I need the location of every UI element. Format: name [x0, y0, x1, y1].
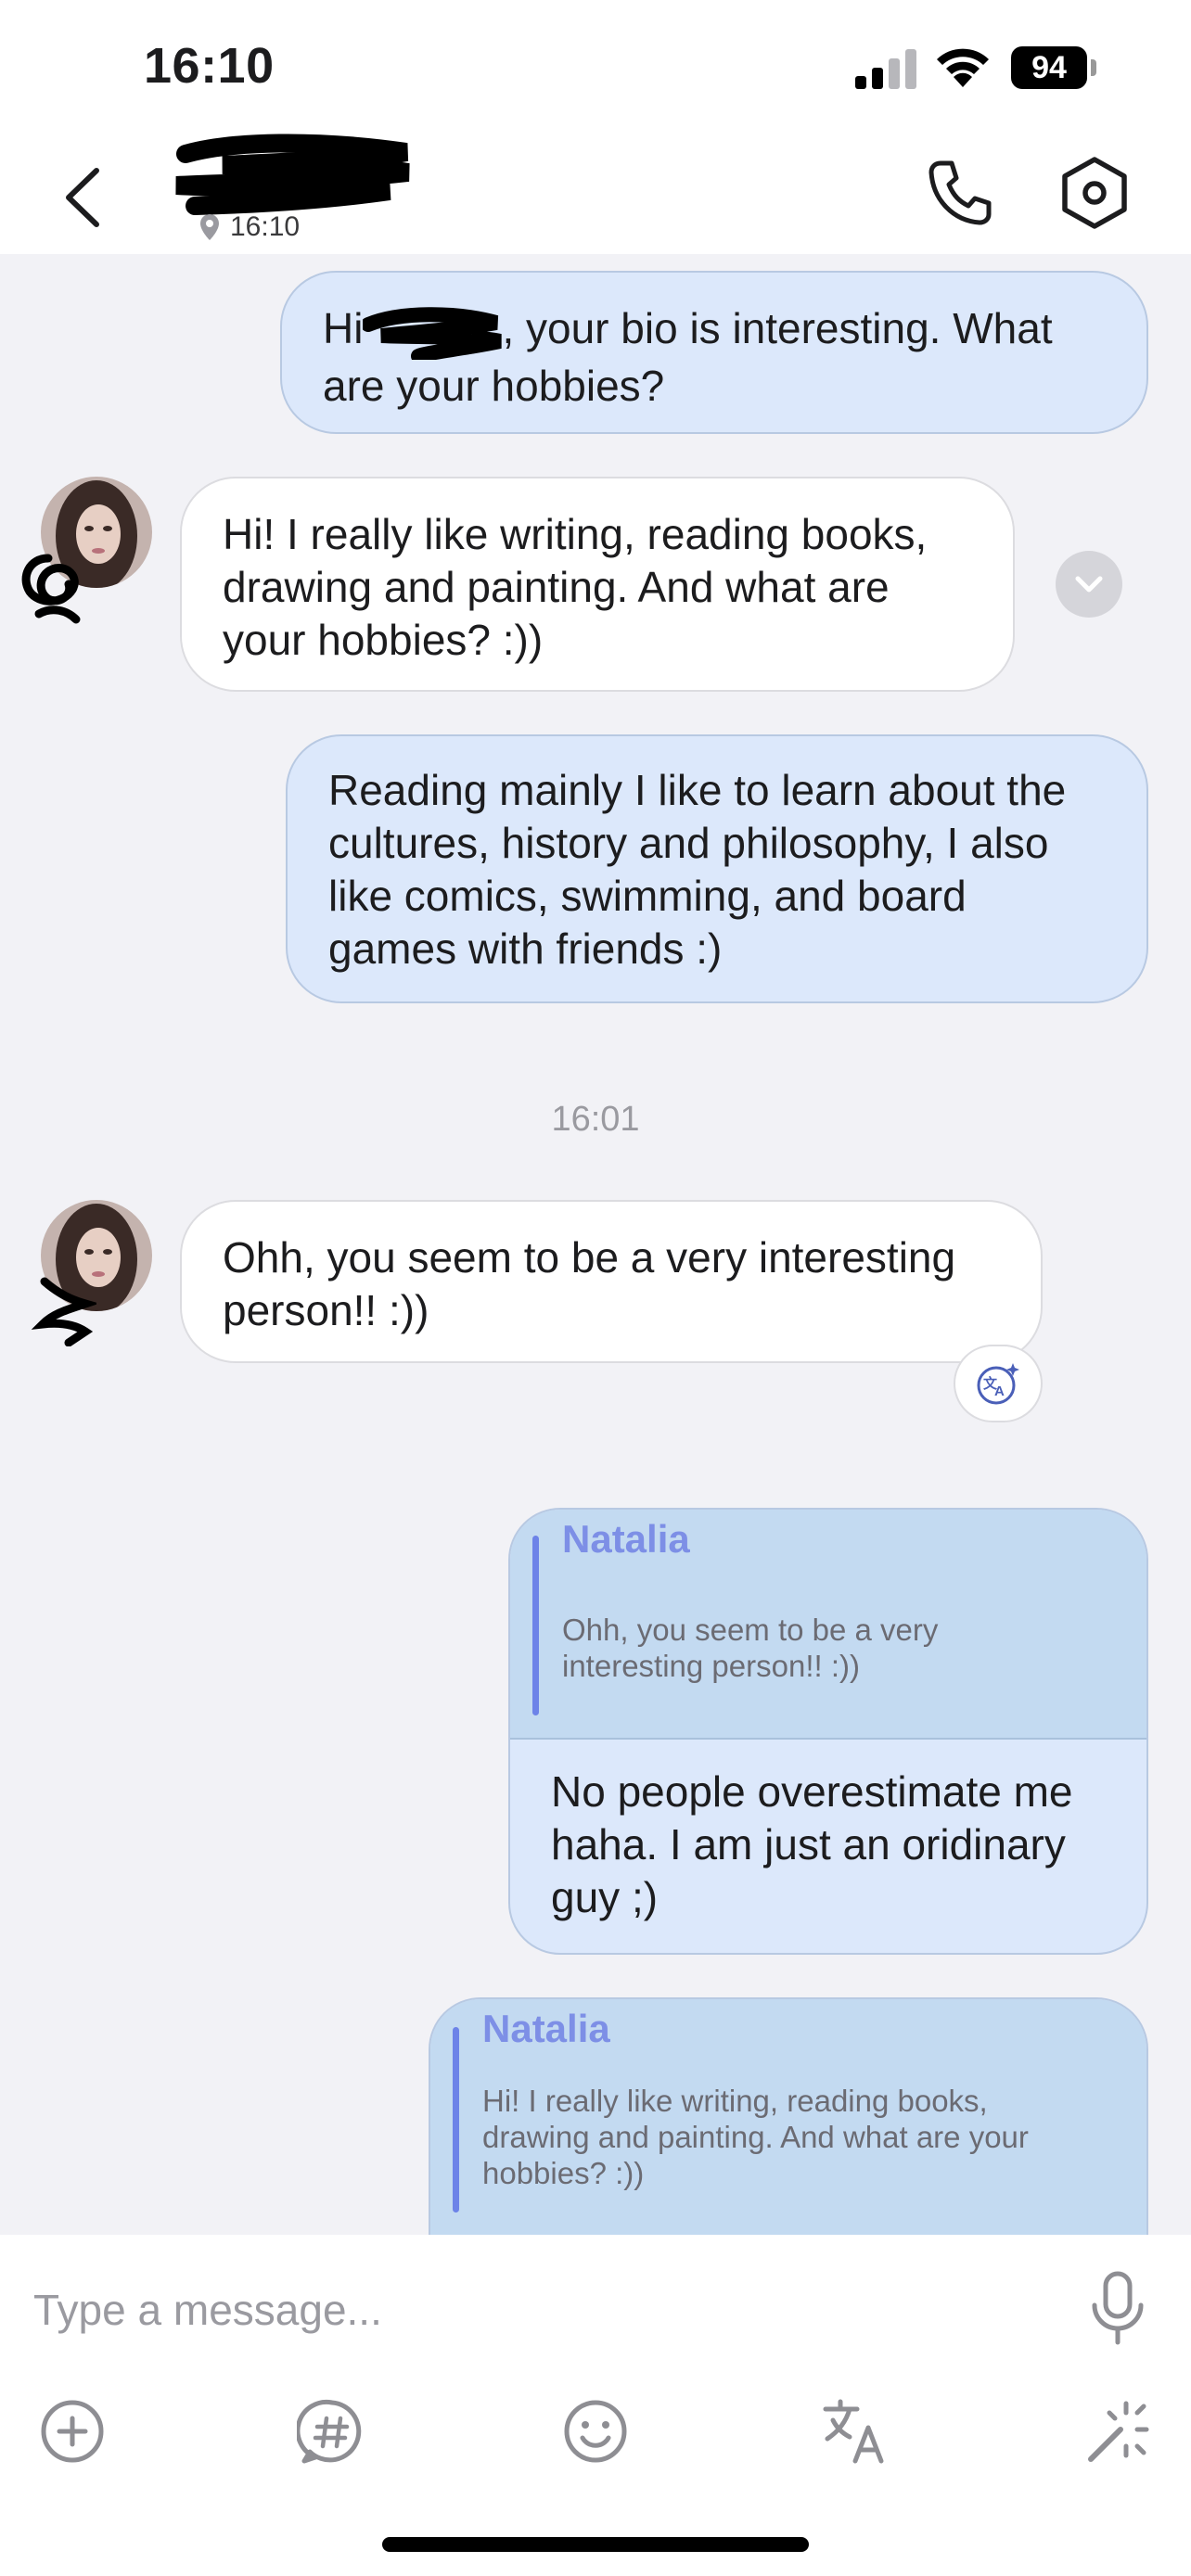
message-composer	[0, 2235, 1191, 2576]
message-text: Reading mainly I like to learn about the…	[328, 766, 1067, 973]
translate-icon[interactable]	[820, 2396, 890, 2467]
battery-nub	[1091, 59, 1096, 76]
message-text: Ohh, you seem to be a very interesting p…	[223, 1233, 956, 1334]
last-seen: 16:10	[198, 211, 300, 243]
cellular-signal-icon	[855, 49, 916, 89]
quoted-text: Ohh, you seem to be a very interesting p…	[562, 1613, 939, 1683]
redacted-name-scribble	[363, 307, 503, 360]
time-separator: 16:01	[551, 1100, 640, 1139]
translate-message-button[interactable]: 文 A	[954, 1345, 1043, 1422]
phone-icon[interactable]	[926, 158, 994, 226]
quote-accent-bar	[453, 2027, 459, 2213]
outgoing-reply-message[interactable]: Natalia Hi! I really like writing, readi…	[429, 1997, 1148, 2235]
quoted-text: Hi! I really like writing, reading books…	[482, 2084, 1029, 2190]
magic-wand-icon[interactable]	[1083, 2396, 1154, 2467]
location-pin-icon	[200, 214, 219, 240]
ai-translate-icon: 文 A	[977, 1363, 1019, 1405]
last-seen-time: 16:10	[230, 211, 301, 242]
emoji-icon[interactable]	[560, 2396, 631, 2467]
battery-indicator: 94	[1011, 46, 1087, 89]
outgoing-message[interactable]: Reading mainly I like to learn about the…	[286, 734, 1148, 1003]
incoming-message[interactable]: Hi! I really like writing, reading books…	[180, 477, 1015, 692]
chevron-down-icon	[1075, 576, 1103, 593]
avatar-scribble	[21, 554, 81, 624]
back-button[interactable]	[56, 165, 111, 230]
home-indicator	[382, 2537, 809, 2552]
quoted-message[interactable]: Natalia Ohh, you seem to be a very inter…	[510, 1510, 1146, 1740]
quoted-sender-name: Natalia	[482, 2007, 610, 2050]
wifi-icon	[937, 48, 989, 87]
avatar-scribble	[32, 1277, 96, 1346]
add-icon[interactable]	[37, 2396, 108, 2467]
svg-text:A: A	[994, 1384, 1005, 1399]
chat-thread[interactable]: Hi , your bio is interesting. What are y…	[0, 254, 1191, 2235]
message-text: Hi! I really like writing, reading books…	[223, 510, 928, 664]
outgoing-message[interactable]: Hi , your bio is interesting. What are y…	[280, 271, 1148, 434]
status-bar: 16:10 94	[0, 0, 1191, 130]
settings-hexagon-icon[interactable]	[1059, 156, 1130, 230]
microphone-icon[interactable]	[1087, 2270, 1148, 2348]
contact-name-redacted[interactable]	[158, 134, 427, 217]
outgoing-reply-message[interactable]: Natalia Ohh, you seem to be a very inter…	[508, 1508, 1148, 1955]
message-text: No people overestimate me haha. I am jus…	[551, 1767, 1073, 1921]
incoming-message[interactable]: Ohh, you seem to be a very interesting p…	[180, 1200, 1043, 1363]
chat-header: 16:10	[0, 130, 1191, 254]
message-input[interactable]	[33, 2277, 1054, 2342]
quoted-sender-name: Natalia	[562, 1517, 690, 1561]
status-time: 16:10	[144, 38, 275, 94]
message-text: Hi	[323, 304, 364, 352]
quote-accent-bar	[532, 1536, 539, 1715]
expand-message-button[interactable]	[1056, 551, 1122, 618]
hashtag-icon[interactable]	[297, 2396, 367, 2467]
quoted-message[interactable]: Natalia Hi! I really like writing, readi…	[430, 1999, 1146, 2235]
